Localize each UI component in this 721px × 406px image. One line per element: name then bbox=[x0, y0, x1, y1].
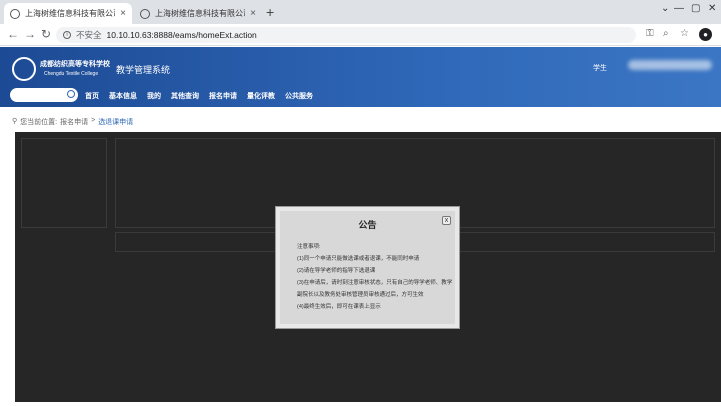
globe-icon bbox=[140, 8, 150, 19]
info-icon[interactable]: i bbox=[63, 31, 71, 39]
tab-title: 上海树维信息科技有限公司教学管 bbox=[25, 9, 115, 18]
new-tab-button[interactable]: + bbox=[266, 4, 274, 20]
maximize-button[interactable]: ▢ bbox=[691, 3, 700, 14]
dialog-title: 公告 bbox=[358, 220, 377, 230]
breadcrumb-section[interactable]: 报名申请 bbox=[60, 117, 88, 127]
breadcrumb: ⚲ 您当前位置: 报名申请 > 选退课申请 bbox=[12, 117, 133, 127]
close-icon[interactable]: x bbox=[442, 216, 451, 225]
notice-line: (1)同一个申请只能做选课或者退课，不能同时申请 bbox=[297, 256, 420, 262]
tab-search-icon[interactable]: ⌄ bbox=[661, 3, 669, 14]
notice-line: (4)最终生效后，即可在课表上显示 bbox=[297, 304, 381, 310]
user-role: 学生 bbox=[593, 65, 607, 72]
menu-other-query[interactable]: 其他查询 bbox=[171, 91, 199, 101]
system-name: 教学管理系统 bbox=[116, 65, 171, 75]
announcement-dialog: 公告 x 注意事项: (1)同一个申请只能做选课或者退课，不能同时申请 (2)请… bbox=[276, 207, 459, 328]
breadcrumb-prefix: 您当前位置: bbox=[20, 119, 58, 126]
dialog-body: 注意事项: (1)同一个申请只能做选课或者退课，不能同时申请 (2)请在导学老师… bbox=[297, 241, 455, 313]
search-icon[interactable] bbox=[67, 90, 75, 98]
profile-icon[interactable]: ● bbox=[699, 28, 712, 41]
menu-basic-info[interactable]: 基本信息 bbox=[109, 91, 137, 101]
browser-tab[interactable]: 上海树维信息科技有限公司教学管 × bbox=[134, 3, 262, 24]
address-bar: ← → ↻ i 不安全 10.10.10.63:8888/eams/homeEx… bbox=[0, 24, 721, 46]
menu-public-service[interactable]: 公共服务 bbox=[285, 91, 313, 101]
school-logo bbox=[12, 57, 36, 81]
reload-icon[interactable]: ↻ bbox=[41, 27, 51, 41]
tab-close-icon[interactable]: × bbox=[250, 8, 256, 19]
tab-close-icon[interactable]: × bbox=[120, 8, 126, 19]
menu-evaluation[interactable]: 量化评教 bbox=[247, 91, 275, 101]
menu-mine[interactable]: 我的 bbox=[147, 91, 161, 101]
zoom-icon[interactable]: ⌕ bbox=[663, 28, 669, 39]
notice-line: (2)请在导学老师的指导下选退课 bbox=[297, 268, 376, 274]
notice-line: (3)在申请后，请时刻注意审核状态，只有自己的导学老师、教学副院长以及教务处审核… bbox=[297, 280, 453, 298]
dimmed-filter-panel bbox=[21, 138, 107, 228]
minimize-button[interactable]: — bbox=[674, 3, 684, 14]
user-name-blurred bbox=[628, 60, 712, 70]
globe-icon bbox=[10, 8, 20, 19]
browser-tab-active[interactable]: 上海树维信息科技有限公司教学管 × bbox=[4, 3, 132, 24]
key-icon[interactable]: ⚿ bbox=[646, 28, 654, 39]
school-name-en: Chengdu Textile College bbox=[44, 71, 99, 77]
breadcrumb-current[interactable]: 选退课申请 bbox=[98, 117, 133, 127]
notice-line: 注意事项: bbox=[297, 244, 321, 250]
url-text: 10.10.10.63:8888/eams/homeExt.action bbox=[106, 30, 257, 40]
forward-icon[interactable]: → bbox=[24, 27, 36, 41]
browser-tab-bar: 上海树维信息科技有限公司教学管 × 上海树维信息科技有限公司教学管 × + ⌄ … bbox=[0, 0, 721, 24]
breadcrumb-separator: > bbox=[91, 117, 96, 124]
back-icon[interactable]: ← bbox=[7, 27, 19, 41]
main-menu: 首页 基本信息 我的 其他查询 报名申请 量化评教 公共服务 bbox=[85, 91, 313, 101]
school-name-cn: 成都纺织高等专科学校 bbox=[40, 61, 110, 68]
security-label: 不安全 bbox=[76, 30, 102, 40]
tab-title: 上海树维信息科技有限公司教学管 bbox=[155, 9, 245, 18]
location-pin-icon: ⚲ bbox=[12, 118, 18, 125]
app-header: 成都纺织高等专科学校 Chengdu Textile College 教学管理系… bbox=[0, 47, 721, 107]
menu-application[interactable]: 报名申请 bbox=[209, 91, 237, 101]
close-window-button[interactable]: ✕ bbox=[708, 3, 716, 14]
menu-home[interactable]: 首页 bbox=[85, 91, 99, 101]
url-input[interactable]: i 不安全 10.10.10.63:8888/eams/homeExt.acti… bbox=[56, 27, 636, 43]
star-icon[interactable]: ☆ bbox=[680, 28, 689, 39]
